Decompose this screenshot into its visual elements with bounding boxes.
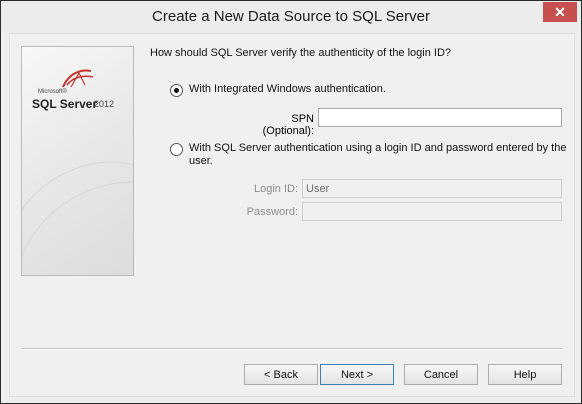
spn-label: SPN (Optional): (262, 113, 314, 137)
integrated-auth-option[interactable]: With Integrated Windows authentication. (170, 83, 386, 97)
sql-auth-option[interactable]: With SQL Server authentication using a l… (170, 142, 569, 168)
dialog-title: Create a New Data Source to SQL Server (152, 8, 430, 25)
next-button[interactable]: Next > (320, 364, 394, 385)
integrated-auth-label: With Integrated Windows authentication. (189, 83, 386, 95)
button-separator (22, 348, 562, 350)
password-field[interactable] (302, 202, 562, 221)
sql-server-logo: Microsoft® SQL Server 2012 (32, 67, 124, 117)
product-name: SQL Server (32, 97, 98, 111)
back-button[interactable]: < Back (244, 364, 318, 385)
integrated-auth-radio[interactable] (170, 84, 183, 97)
dialog-content: Microsoft® SQL Server 2012 How should SQ… (9, 33, 575, 397)
close-button[interactable]: ✕ (543, 2, 577, 22)
sql-server-logo-icon (62, 69, 94, 88)
auth-question: How should SQL Server verify the authent… (150, 47, 452, 59)
dialog-window: Create a New Data Source to SQL Server ✕… (0, 0, 582, 404)
sql-auth-radio[interactable] (170, 143, 183, 156)
radio-selected-dot (174, 88, 179, 93)
product-version: 2012 (94, 99, 115, 109)
microsoft-text: Microsoft® (38, 89, 67, 95)
help-button[interactable]: Help (488, 364, 562, 385)
password-label: Password: (246, 206, 298, 218)
login-id-field[interactable]: User (302, 179, 562, 198)
cancel-button[interactable]: Cancel (404, 364, 478, 385)
title-bar: Create a New Data Source to SQL Server ✕ (1, 1, 581, 33)
close-icon: ✕ (554, 3, 566, 20)
spn-input[interactable] (318, 108, 562, 127)
sql-auth-label: With SQL Server authentication using a l… (189, 142, 567, 167)
login-id-label: Login ID: (253, 183, 298, 195)
side-banner-image: Microsoft® SQL Server 2012 (21, 46, 134, 276)
